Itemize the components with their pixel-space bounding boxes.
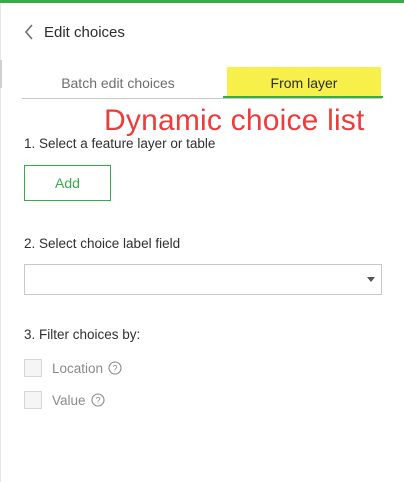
step1-label: 1. Select a feature layer or table xyxy=(24,136,216,151)
chevron-left-icon xyxy=(24,24,33,40)
location-checkbox[interactable] xyxy=(24,359,42,377)
step2-label: 2. Select choice label field xyxy=(24,236,181,251)
choice-label-field-select[interactable] xyxy=(24,264,382,295)
filter-option-value: Value ? xyxy=(24,390,105,410)
svg-text:?: ? xyxy=(113,363,118,373)
svg-text:?: ? xyxy=(95,395,100,405)
panel-header: Edit choices xyxy=(22,18,125,46)
top-accent-bar xyxy=(0,0,404,3)
tab-bar-baseline xyxy=(22,98,382,99)
location-label: Location xyxy=(52,360,104,376)
question-circle-icon[interactable]: ? xyxy=(108,361,122,375)
caret-down-icon xyxy=(367,277,375,282)
value-checkbox[interactable] xyxy=(24,391,42,409)
value-label: Value xyxy=(52,392,86,408)
back-button[interactable] xyxy=(22,21,36,43)
panel-title: Edit choices xyxy=(44,23,125,41)
active-tab-indicator xyxy=(223,96,383,98)
step3-label: 3. Filter choices by: xyxy=(24,327,141,342)
tab-batch-edit-choices[interactable]: Batch edit choices xyxy=(22,67,214,99)
question-circle-icon[interactable]: ? xyxy=(90,393,105,407)
annotation-callout: Dynamic choice list xyxy=(104,104,365,137)
filter-option-location: Location ? xyxy=(24,358,122,378)
tab-from-layer[interactable]: From layer xyxy=(227,67,381,99)
tab-bar: Batch edit choices From layer xyxy=(22,67,383,99)
add-layer-button[interactable]: Add xyxy=(24,165,111,201)
left-rail-handle[interactable] xyxy=(0,60,2,88)
